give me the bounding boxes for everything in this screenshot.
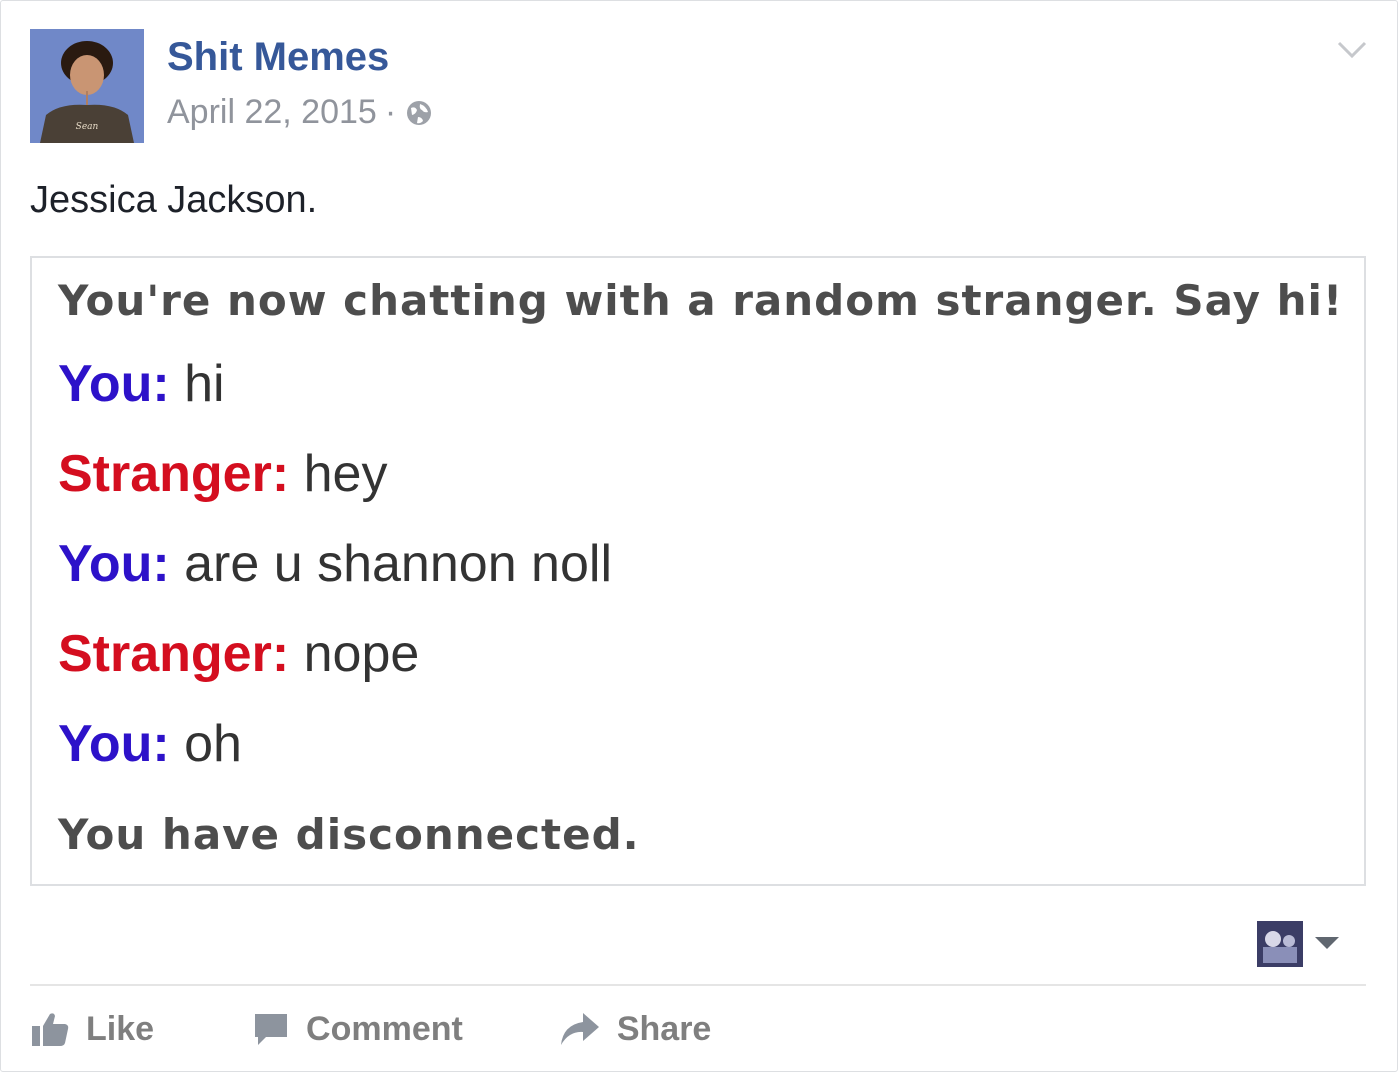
chat-message: Stranger: nope <box>58 624 419 684</box>
post-meta: April 22, 2015 · <box>167 93 434 132</box>
chat-message: You: oh <box>58 714 242 774</box>
chat-message: You: hi <box>58 354 225 414</box>
chat-screenshot-image[interactable]: You're now chatting with a random strang… <box>30 256 1366 886</box>
chat-text: oh <box>169 715 242 773</box>
like-icon <box>32 1013 69 1046</box>
post-actions: Like Comment Share <box>30 1001 711 1057</box>
chat-text: hi <box>169 355 225 413</box>
chat-message: Stranger: hey <box>58 444 387 504</box>
chat-system-start: You're now chatting with a random strang… <box>58 276 1344 325</box>
page-name-link[interactable]: Shit Memes <box>167 35 389 80</box>
page-avatar[interactable]: Sean <box>30 29 144 143</box>
share-button[interactable]: Share <box>559 1009 712 1049</box>
chat-speaker-stranger: Stranger: <box>58 445 290 503</box>
meta-separator: · <box>384 93 397 131</box>
comment-label: Comment <box>306 1009 463 1048</box>
like-button[interactable]: Like <box>30 1010 154 1049</box>
chat-speaker-you: You: <box>58 355 170 413</box>
post-as-selector[interactable] <box>1257 921 1339 967</box>
share-label: Share <box>616 1009 712 1048</box>
viewer-avatar <box>1257 921 1303 967</box>
globe-icon[interactable] <box>404 98 434 128</box>
chat-message: You: are u shannon noll <box>58 534 612 594</box>
chat-text: are u shannon noll <box>169 535 613 593</box>
share-icon <box>560 1013 599 1045</box>
post-caption: Jessica Jackson. <box>30 179 318 221</box>
divider <box>30 984 1366 986</box>
svg-text:Sean: Sean <box>76 122 99 132</box>
like-label: Like <box>86 1009 155 1048</box>
chat-speaker-you: You: <box>58 535 170 593</box>
chat-text: hey <box>289 445 388 503</box>
caret-down-icon[interactable] <box>1315 937 1339 951</box>
chat-text: nope <box>289 625 420 683</box>
comment-icon <box>255 1014 288 1045</box>
chevron-down-icon[interactable] <box>1333 35 1371 65</box>
post-date[interactable]: April 22, 2015 <box>167 93 377 132</box>
comment-button[interactable]: Comment <box>252 1010 463 1049</box>
chat-speaker-you: You: <box>58 715 170 773</box>
chat-speaker-stranger: Stranger: <box>58 625 290 683</box>
chat-system-end: You have disconnected. <box>58 810 640 859</box>
post-card: Sean Shit Memes April 22, 2015 · Jessica… <box>0 0 1398 1072</box>
